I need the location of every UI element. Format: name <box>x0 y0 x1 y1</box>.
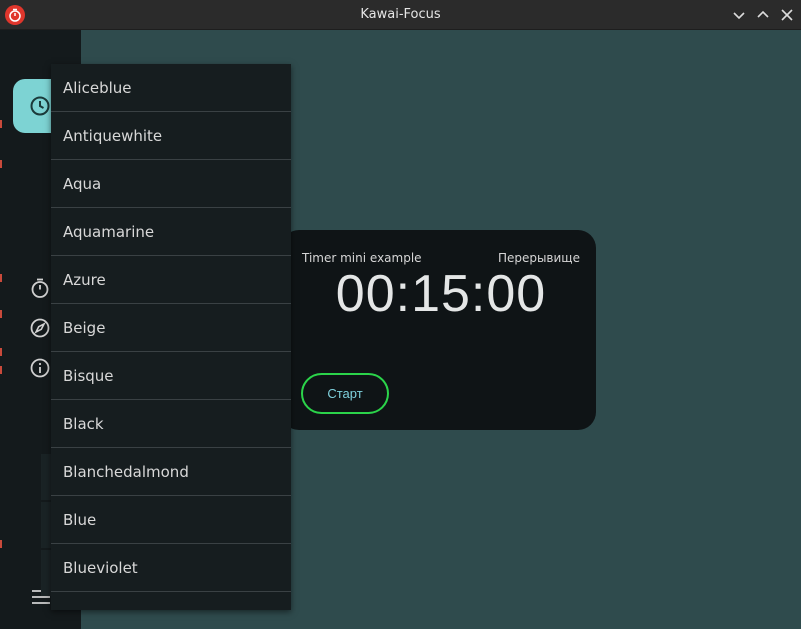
dropdown-item[interactable]: Aqua <box>51 160 291 208</box>
timer-state: Перерывище <box>497 251 580 265</box>
color-dropdown[interactable]: Aliceblue Antiquewhite Aqua Aquamarine A… <box>51 64 291 610</box>
timer-display: 00:15:00 <box>335 265 547 323</box>
dropdown-item[interactable]: Aquamarine <box>51 208 291 256</box>
info-icon[interactable] <box>29 357 51 379</box>
window-title: Kawai-Focus <box>360 7 441 22</box>
maximize-button[interactable] <box>755 7 771 23</box>
dropdown-item[interactable]: Antiquewhite <box>51 112 291 160</box>
dropdown-item[interactable]: Bisque <box>51 352 291 400</box>
dropdown-item[interactable]: Black <box>51 400 291 448</box>
dropdown-item[interactable]: Beige <box>51 304 291 352</box>
timer-label: Timer mini example <box>302 251 422 265</box>
clock-icon <box>29 95 51 117</box>
dropdown-item[interactable]: Aliceblue <box>51 64 291 112</box>
minimize-button[interactable] <box>731 7 747 23</box>
app-body: Timer mini example Перерывище 00:15:00 С… <box>0 30 801 629</box>
timer-card: Timer mini example Перерывище 00:15:00 С… <box>281 230 596 430</box>
dropdown-item[interactable]: Blueviolet <box>51 544 291 592</box>
dropdown-item[interactable]: Blue <box>51 496 291 544</box>
stopwatch-icon[interactable] <box>29 277 51 299</box>
start-button[interactable]: Старт <box>301 373 389 414</box>
dropdown-item[interactable]: Blanchedalmond <box>51 448 291 496</box>
title-bar: Kawai-Focus <box>0 0 801 30</box>
rail-edge <box>0 30 3 629</box>
dropdown-item[interactable]: Azure <box>51 256 291 304</box>
close-button[interactable] <box>779 7 795 23</box>
dropdown-item[interactable]: Brown <box>51 592 291 611</box>
compass-icon[interactable] <box>29 317 51 339</box>
